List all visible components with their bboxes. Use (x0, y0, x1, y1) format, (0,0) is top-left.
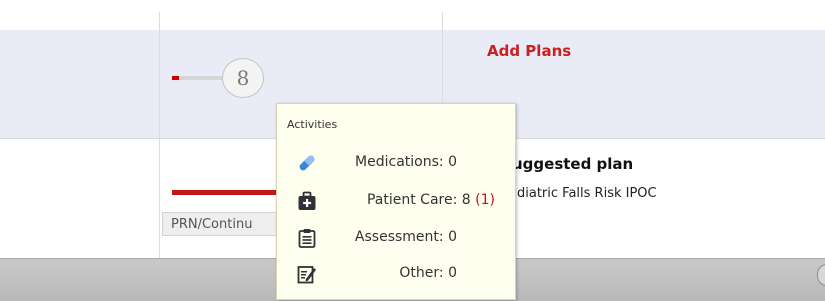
activity-overdue-count: (1) (475, 192, 495, 208)
activity-assessment-row: Assessment: 0 (277, 223, 515, 253)
prn-continuous-chip[interactable]: PRN/Continu (162, 212, 280, 236)
activity-label: Assessment: 0 (355, 229, 457, 245)
add-plans-link[interactable]: Add Plans (487, 42, 571, 60)
activity-value: 0 (448, 229, 457, 245)
activity-label: Medications: 0 (355, 154, 457, 170)
medical-bag-icon (297, 191, 317, 211)
activity-count-badge[interactable]: 8 (222, 58, 264, 98)
activities-tooltip: Activities Medications: 0 Patient Care: … (276, 103, 516, 300)
activity-name: Assessment: (354, 229, 444, 245)
tooltip-title: Activities (287, 118, 338, 131)
pill-icon (297, 153, 317, 173)
activity-value: 0 (448, 154, 457, 170)
column-divider (159, 12, 160, 258)
activity-value: 0 (448, 265, 457, 281)
activity-name: Medications: (355, 154, 444, 170)
clipboard-icon (297, 228, 317, 248)
activity-value: 8 (461, 192, 471, 208)
activity-label: Patient Care: 8 (1) (367, 192, 495, 208)
activity-progress-fill (172, 76, 179, 80)
suggested-plan-heading: uggested plan (512, 155, 634, 173)
suggested-plan-name[interactable]: diatric Falls Risk IPOC (517, 186, 657, 201)
activity-other-row: Other: 0 (277, 259, 515, 289)
activity-medications-row: Medications: 0 (277, 148, 515, 178)
activity-name: Patient Care: (366, 192, 458, 208)
table-row-top (0, 0, 825, 30)
activity-patient-care-row: Patient Care: 8 (1) (277, 186, 515, 216)
edit-document-icon (297, 264, 317, 284)
activity-name: Other: (399, 265, 444, 281)
activity-label: Other: 0 (399, 265, 457, 281)
plan-progress-bar (172, 190, 282, 195)
